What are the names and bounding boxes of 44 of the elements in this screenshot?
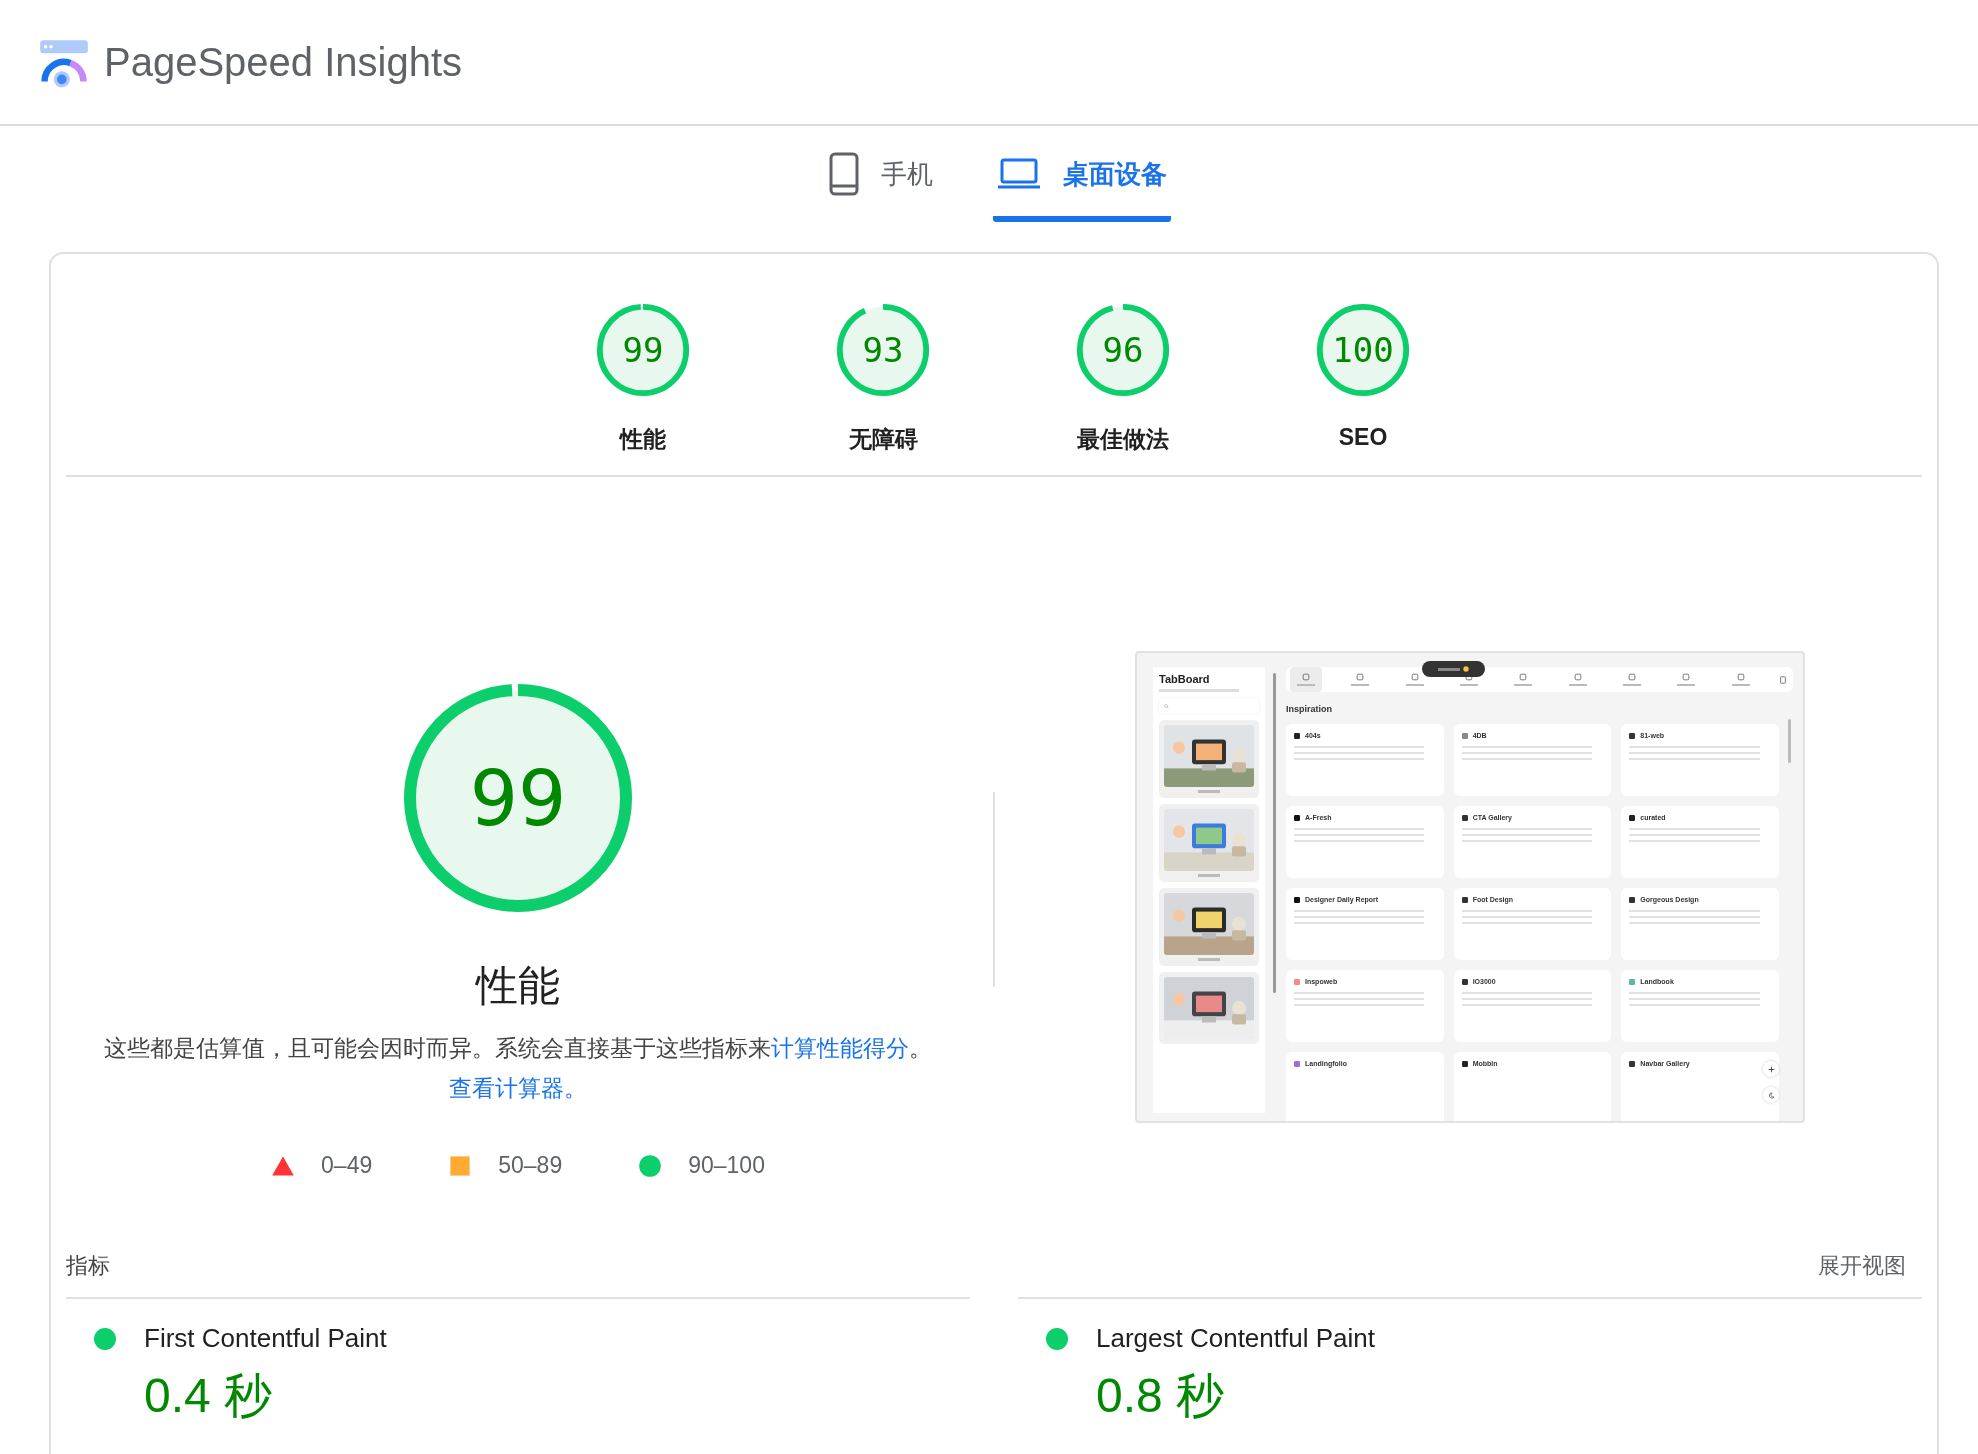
square-icon bbox=[1627, 673, 1636, 681]
score-value: 99 bbox=[621, 329, 665, 372]
blurred-text bbox=[1198, 874, 1220, 877]
legend-range: 0–49 bbox=[321, 1152, 373, 1179]
category-label: 最佳做法 bbox=[1077, 425, 1169, 454]
square-icon bbox=[1736, 673, 1745, 681]
square-icon bbox=[1410, 673, 1419, 681]
score-value: 96 bbox=[1101, 329, 1145, 372]
category-label: 无障碍 bbox=[848, 425, 918, 454]
calculator-link[interactable]: 查看计算器。 bbox=[449, 1075, 587, 1101]
square-icon bbox=[1682, 673, 1691, 681]
metric-name: Largest Contentful Paint bbox=[1096, 1323, 1375, 1354]
calculator-link[interactable]: 计算性能得分 bbox=[771, 1035, 909, 1061]
metric-value: 0.4 秒 bbox=[143, 1368, 274, 1424]
score-value: 93 bbox=[861, 329, 905, 372]
moon-icon bbox=[1767, 1091, 1775, 1099]
legend-range: 50–89 bbox=[498, 1152, 563, 1179]
blurred-text bbox=[1198, 790, 1220, 793]
section-heading: Inspiration bbox=[1286, 704, 1333, 714]
device-tab[interactable]: 手机 bbox=[825, 126, 937, 222]
metric-value: 0.8 秒 bbox=[1095, 1368, 1226, 1424]
square-icon bbox=[1356, 673, 1365, 681]
phone-icon bbox=[829, 152, 859, 196]
device-tab[interactable]: 桌面设备 bbox=[993, 126, 1171, 222]
category-label: SEO bbox=[1338, 424, 1388, 451]
expand-view-button[interactable]: 展开视图 bbox=[1818, 1251, 1922, 1281]
legend-range: 90–100 bbox=[688, 1152, 765, 1179]
metrics-heading: 指标 bbox=[66, 1252, 110, 1280]
square-icon bbox=[1302, 673, 1310, 681]
performance-description: 这些都是估算值，且可能会因时而异。系统会直接基于这些指标来计算性能得分。 查看计算器。 bbox=[103, 1034, 933, 1103]
search-icon bbox=[1164, 703, 1169, 709]
category-label: 性能 bbox=[620, 425, 666, 454]
laptop-icon bbox=[997, 158, 1041, 190]
blurred-text bbox=[1198, 958, 1220, 961]
performance-title: 性能 bbox=[476, 961, 560, 1011]
score-value: 100 bbox=[1331, 329, 1395, 372]
metric-name: First Contentful Paint bbox=[144, 1323, 387, 1354]
square-icon bbox=[1573, 673, 1582, 681]
square-icon bbox=[1519, 673, 1528, 681]
plus-icon bbox=[1767, 1065, 1775, 1073]
scrollbar bbox=[1788, 719, 1791, 763]
brand-name: TabBoard bbox=[1159, 673, 1211, 685]
performance-score: 99 bbox=[468, 752, 568, 845]
app-title: PageSpeed Insights bbox=[104, 39, 463, 85]
